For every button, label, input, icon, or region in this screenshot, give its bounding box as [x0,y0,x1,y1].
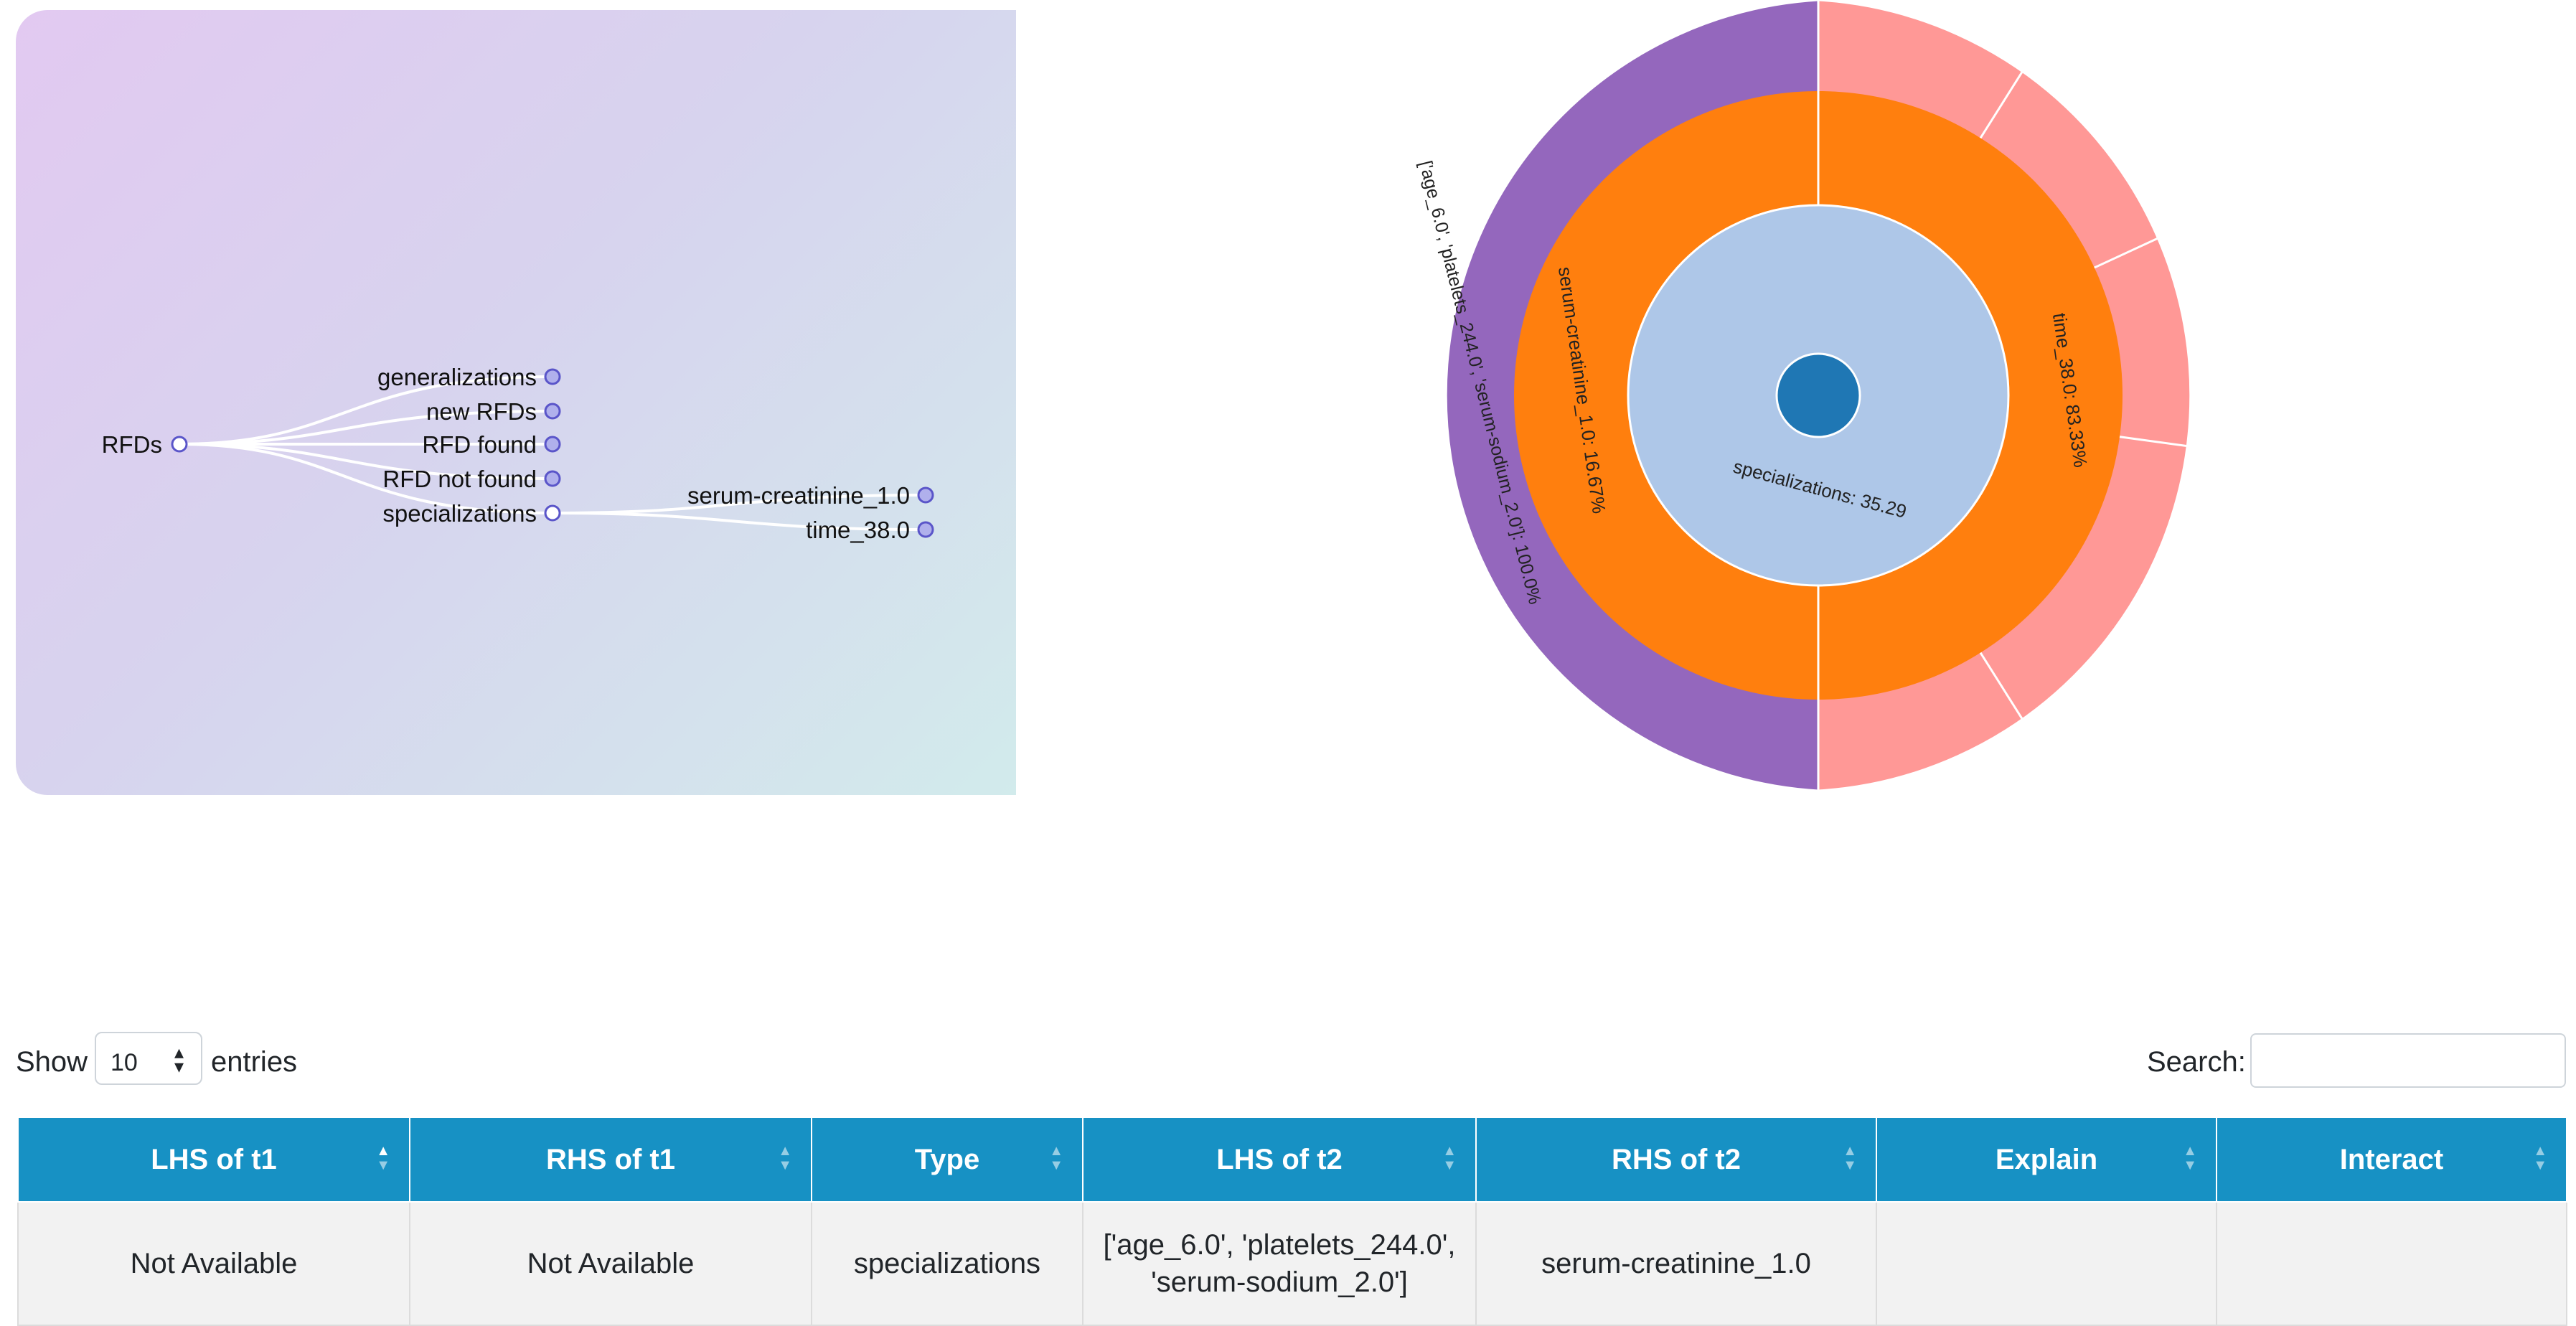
tree-node-label: specializations [382,500,537,527]
tree-node-specializations[interactable]: specializations [382,500,561,527]
sort-icon: ▲ ▼ [778,1143,792,1173]
show-label: Show [16,1046,88,1078]
rfd-tree-panel: RFDs generalizations new RFDs RFD found … [16,10,1016,795]
cell-interact[interactable] [2216,1201,2567,1326]
cell-lhs-t2: ['age_6.0', 'platelets_244.0', 'serum-so… [1082,1201,1477,1326]
sort-icon: ▲ ▼ [1843,1143,1857,1173]
table-header-row: LHS of t1 ▲ ▼ RHS of t1 ▲ ▼ Type ▲ ▼ LHS of t2… [17,1116,2567,1203]
tree-node-label: RFDs [102,431,162,458]
search-input[interactable] [2250,1033,2566,1088]
tree-node-label: time_38.0 [806,517,910,543]
tree-node-circle[interactable] [917,486,934,504]
cell-explain[interactable] [1876,1201,2217,1326]
col-header-explain[interactable]: Explain ▲ ▼ [1876,1116,2217,1203]
tree-node-root[interactable]: RFDs [102,431,188,458]
tree-node-circle[interactable] [544,470,561,487]
tree-node-label: generalizations [377,364,537,390]
tree-node-label: serum-creatinine_1.0 [687,482,910,509]
tree-node-generalizations[interactable]: generalizations [377,364,561,390]
tree-node-circle[interactable] [544,504,561,522]
entries-label: entries [211,1046,298,1078]
cell-rhs-t2: serum-creatinine_1.0 [1475,1201,1877,1326]
table-row[interactable]: Not Available Not Available specializati… [17,1201,2567,1326]
tree-node-circle[interactable] [544,436,561,453]
col-header-interact[interactable]: Interact ▲ ▼ [2216,1116,2567,1203]
cell-lhs-t2-line2: 'serum-sodium_2.0'] [1151,1266,1408,1298]
col-header-rhs-t1[interactable]: RHS of t1 ▲ ▼ [409,1116,812,1203]
col-header-type[interactable]: Type ▲ ▼ [811,1116,1083,1203]
cell-lhs-t2-line1: ['age_6.0', 'platelets_244.0', [1103,1229,1456,1261]
sort-icon: ▲ ▼ [376,1143,390,1173]
select-updown-icon: ▴ ▾ [174,1041,184,1077]
tree-node-rfd-not-found[interactable]: RFD not found [382,466,561,492]
rfd-table: LHS of t1 ▲ ▼ RHS of t1 ▲ ▼ Type ▲ ▼ LHS of t2… [17,1116,2567,1326]
cell-lhs-t1: Not Available [17,1201,410,1326]
search-label: Search: [2147,1046,2246,1078]
tree-node-circle[interactable] [544,403,561,420]
tree-node-label: RFD found [422,431,537,458]
cell-rhs-t1: Not Available [409,1201,812,1326]
tree-node-serum-creatinine[interactable]: serum-creatinine_1.0 [687,482,934,509]
sunburst-chart: specializations: 35.29 time_38.0: 83.33%… [1406,0,2224,796]
sort-icon: ▲ ▼ [1442,1143,1457,1173]
tree-node-circle[interactable] [917,521,934,538]
page-size-select[interactable]: 10 ▴ ▾ [95,1032,202,1085]
sunburst-svg: specializations: 35.29 time_38.0: 83.33%… [1415,0,2216,792]
col-header-lhs-t2[interactable]: LHS of t2 ▲ ▼ [1082,1116,1477,1203]
sort-icon: ▲ ▼ [1049,1143,1063,1173]
rfd-tree: RFDs generalizations new RFDs RFD found … [102,364,934,543]
tree-node-label: new RFDs [426,398,537,425]
col-header-rhs-t2[interactable]: RHS of t2 ▲ ▼ [1475,1116,1877,1203]
page-size-value: 10 [111,1049,138,1076]
col-header-lhs-t1[interactable]: LHS of t1 ▲ ▼ [17,1116,410,1203]
tree-node-circle[interactable] [544,368,561,385]
tree-node-circle[interactable] [171,436,188,453]
sunburst-center[interactable] [1775,352,1861,438]
sort-icon: ▲ ▼ [2183,1143,2197,1173]
sort-icon: ▲ ▼ [2533,1143,2547,1173]
cell-type: specializations [811,1201,1083,1326]
tree-node-label: RFD not found [382,466,537,492]
